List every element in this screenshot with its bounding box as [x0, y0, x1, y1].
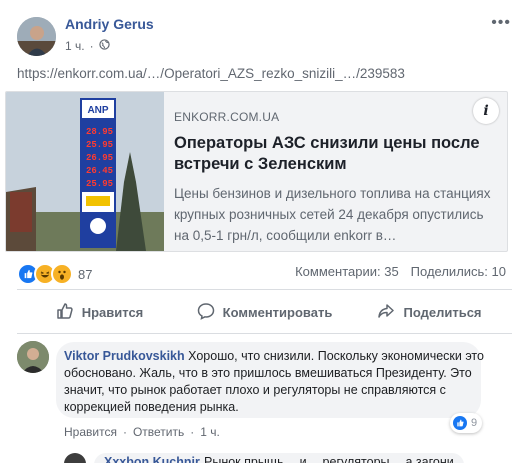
link-text: ENKORR.COM.UA Операторы АЗС снизили цены… — [174, 92, 497, 246]
wow-icon — [51, 263, 73, 285]
comment-reply-link[interactable]: Ответить — [133, 425, 184, 439]
comment-button[interactable]: Комментировать — [182, 296, 347, 328]
reply-text: Рынок прыщь… и… регуляторы… а загони… — [204, 455, 464, 463]
reply-avatar[interactable] — [64, 453, 86, 463]
globe-icon[interactable] — [98, 39, 110, 53]
more-options-icon[interactable]: ••• — [491, 14, 511, 32]
link-preview[interactable]: ANP 28.95 25.95 26.95 26.45 25.95 ENKORR… — [5, 91, 508, 252]
thumb-price-2: 25.95 — [86, 140, 113, 150]
commenter-name[interactable]: Viktor Prudkovskikh — [64, 349, 185, 363]
thumb-price-4: 26.45 — [86, 166, 113, 176]
reply-preview: Xxxbon Kuchnir Рынок прыщь… и… регулятор… — [64, 449, 464, 463]
separator-dot: · — [122, 425, 127, 439]
comment-like-count: 9 — [471, 417, 478, 429]
reaction-count[interactable]: 87 — [78, 267, 92, 282]
divider-bottom — [17, 333, 512, 334]
link-headline[interactable]: Операторы АЗС снизили цены после встречи… — [174, 133, 497, 175]
comment-actions: Нравится · Ответить · 1 ч. — [64, 425, 220, 439]
thumbs-up-icon — [56, 302, 74, 323]
thumb-price-1: 28.95 — [86, 127, 113, 137]
post-url[interactable]: https://enkorr.com.ua/…/Operatori_AZS_re… — [17, 66, 405, 81]
link-description: Цены бензинов и дизельного топлива на ст… — [174, 186, 491, 243]
like-button[interactable]: Нравится — [17, 296, 182, 328]
share-icon — [377, 302, 395, 323]
comment-icon — [197, 302, 215, 323]
info-icon[interactable]: i — [473, 98, 499, 124]
author-avatar[interactable] — [17, 17, 56, 56]
comment-reactions[interactable]: 9 — [450, 413, 483, 433]
like-label: Нравится — [81, 304, 144, 320]
separator-dot: · — [190, 425, 195, 439]
author-name[interactable]: Andriy Gerus — [65, 16, 154, 32]
share-label: Поделиться — [403, 304, 482, 320]
commenter-avatar[interactable] — [17, 341, 49, 373]
share-button[interactable]: Поделиться — [347, 296, 512, 328]
comment-like-link[interactable]: Нравится — [64, 425, 117, 439]
link-thumbnail[interactable]: ANP 28.95 25.95 26.95 26.45 25.95 — [6, 92, 164, 251]
comment-time[interactable]: 1 ч. — [200, 425, 220, 439]
divider-top — [17, 289, 512, 290]
thumb-price-5: 25.95 — [86, 179, 113, 189]
thumb-brand: ANP — [87, 105, 108, 116]
reaction-summary[interactable]: 87 — [17, 263, 92, 285]
comment-label: Комментировать — [222, 304, 333, 320]
link-domain: ENKORR.COM.UA — [174, 110, 280, 124]
separator-dot: · — [89, 39, 94, 53]
comment-body: Viktor Prudkovskikh Хорошо, что снизили.… — [64, 348, 484, 416]
comments-count[interactable]: Комментарии: 35 — [295, 264, 399, 279]
shares-count[interactable]: Поделились: 10 — [411, 264, 506, 279]
post-stats: Комментарии: 35 Поделились: 10 — [295, 264, 506, 279]
reply-name[interactable]: Xxxbon Kuchnir — [104, 455, 200, 463]
post-card: Andriy Gerus 1 ч. · ••• https://enkorr.c… — [0, 0, 529, 463]
post-time[interactable]: 1 ч. — [65, 39, 85, 53]
thumb-price-3: 26.95 — [86, 153, 113, 163]
like-icon — [453, 416, 467, 430]
post-meta: 1 ч. · — [65, 39, 110, 53]
post-actions: Нравится Комментировать Поделиться — [17, 296, 512, 328]
